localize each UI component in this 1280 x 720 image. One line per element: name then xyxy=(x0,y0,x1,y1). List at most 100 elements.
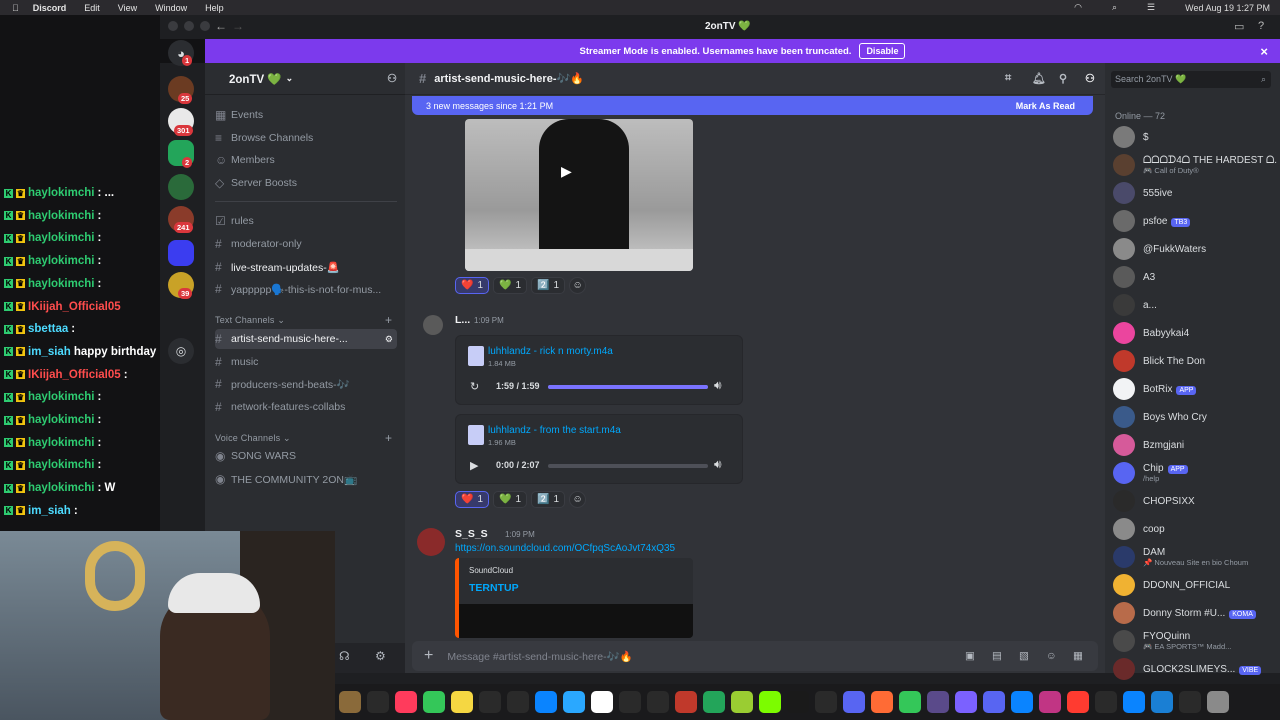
member-row[interactable]: Chip APP/help xyxy=(1113,461,1278,485)
attachment-filename[interactable]: luhhlandz - from the start.m4a xyxy=(488,425,621,436)
channel-music[interactable]: # music xyxy=(215,352,397,372)
dock-app-icon[interactable] xyxy=(703,691,725,713)
close-window-icon[interactable] xyxy=(168,21,178,31)
member-row[interactable]: Boys Who Cry xyxy=(1113,405,1278,429)
menu-edit[interactable]: Edit xyxy=(84,3,100,13)
member-row[interactable]: @FukkWaters xyxy=(1113,237,1278,261)
embed-title[interactable]: TERNTUP xyxy=(469,582,519,594)
dock-app-icon[interactable] xyxy=(927,691,949,713)
channel-browse[interactable]: ≡ Browse Channels xyxy=(215,128,397,148)
voice-channel-community[interactable]: ◉ THE COMMUNITY 2ON📺 xyxy=(215,469,397,489)
add-reaction-icon[interactable]: ☺ xyxy=(569,491,587,508)
add-friend-icon[interactable]: ⚇ xyxy=(387,72,397,85)
dock-app-icon[interactable] xyxy=(983,691,1005,713)
inbox-icon[interactable]: ▭ xyxy=(1234,20,1244,33)
channel-members[interactable]: ☺ Members xyxy=(215,150,397,170)
menu-window[interactable]: Window xyxy=(155,3,187,13)
member-row[interactable]: CHOPSIXX xyxy=(1113,489,1278,513)
message-link[interactable]: https://on.soundcloud.com/OCfpqScAoJvt74… xyxy=(455,543,675,554)
notification-bell-icon[interactable]: 🔔︎ xyxy=(1032,72,1046,85)
member-row[interactable]: a... xyxy=(1113,293,1278,317)
sticker-icon[interactable]: ▧ xyxy=(1019,650,1029,662)
dock-app-icon[interactable] xyxy=(619,691,641,713)
avatar[interactable] xyxy=(423,315,443,335)
dock-app-icon[interactable] xyxy=(1011,691,1033,713)
member-row[interactable]: BotRix APP xyxy=(1113,377,1278,401)
channel-artist-send-music[interactable]: # artist-send-music-here-... ⚙ xyxy=(215,329,397,349)
dock-app-icon[interactable] xyxy=(395,691,417,713)
close-banner-icon[interactable]: × xyxy=(1260,44,1268,59)
video-attachment[interactable]: ▶ xyxy=(465,119,693,271)
dock-app-icon[interactable] xyxy=(759,691,781,713)
reaction-heart[interactable]: ❤️ 1 xyxy=(455,277,490,294)
channel-settings-icon[interactable]: ⚙ xyxy=(385,334,393,345)
reaction-green-heart[interactable]: 💚 1 xyxy=(493,277,528,294)
audio-attachment-2[interactable]: luhhlandz - from the start.m4a 1.96 MB ▶… xyxy=(455,414,743,484)
dock-app-icon[interactable] xyxy=(675,691,697,713)
search-icon[interactable]: ⌕ xyxy=(1112,2,1117,13)
member-row[interactable]: DDONN_OFFICIAL xyxy=(1113,573,1278,597)
message-composer[interactable]: + Message #artist-send-music-here-🎶🔥 ▣ ▤… xyxy=(412,641,1098,671)
dock-app-icon[interactable] xyxy=(367,691,389,713)
member-row[interactable]: 555ive xyxy=(1113,181,1278,205)
member-row[interactable]: Donny Storm #U... KOMA xyxy=(1113,601,1278,625)
add-channel-icon[interactable]: + xyxy=(385,313,392,327)
dock-app-icon[interactable] xyxy=(1039,691,1061,713)
search-input[interactable]: Search 2onTV 💚 ⌕ xyxy=(1111,71,1271,88)
dock-app-icon[interactable] xyxy=(1123,691,1145,713)
dock-app-icon[interactable] xyxy=(731,691,753,713)
member-row[interactable]: Bzmgjani xyxy=(1113,433,1278,457)
emoji-icon[interactable]: ☺ xyxy=(1046,650,1057,662)
channel-producers-send-beats[interactable]: # producers-send-beats-🎶 xyxy=(215,374,397,394)
dock-app-icon[interactable] xyxy=(535,691,557,713)
attachment-filename[interactable]: luhhlandz - rick n morty.m4a xyxy=(488,346,613,357)
reaction-heart[interactable]: ❤️ 1 xyxy=(455,491,490,508)
member-row[interactable]: Blick The Don xyxy=(1113,349,1278,373)
dock-app-icon[interactable] xyxy=(899,691,921,713)
apple-icon[interactable]:  xyxy=(12,3,19,13)
channel-live-stream-updates[interactable]: # live-stream-updates-🚨 xyxy=(215,257,397,277)
menu-view[interactable]: View xyxy=(118,3,137,13)
add-reaction-icon[interactable]: ☺ xyxy=(569,277,587,294)
volume-icon[interactable]: 🔊︎ xyxy=(714,457,722,472)
member-row[interactable]: psfoe TB3 xyxy=(1113,209,1278,233)
dock-app-icon[interactable] xyxy=(871,691,893,713)
play-icon[interactable]: ▶ xyxy=(561,163,572,180)
embed-thumbnail[interactable] xyxy=(459,604,693,638)
menu-app-name[interactable]: Discord xyxy=(33,3,67,13)
reaction-two[interactable]: 2️⃣ 1 xyxy=(531,277,566,294)
member-row[interactable]: GLOCK2SLIMEYS... VIBE xyxy=(1113,657,1278,681)
apps-icon[interactable]: ▦ xyxy=(1073,650,1083,662)
help-icon[interactable]: ? xyxy=(1258,20,1264,32)
new-messages-bar[interactable]: 3 new messages since 1:21 PM Mark As Rea… xyxy=(412,96,1093,115)
replay-icon[interactable]: ↻ xyxy=(470,380,479,393)
user-settings-icon[interactable]: ⚙ xyxy=(375,649,386,663)
reaction-two[interactable]: 2️⃣ 1 xyxy=(531,491,566,508)
menu-help[interactable]: Help xyxy=(205,3,224,13)
disable-streamer-button[interactable]: Disable xyxy=(859,43,906,59)
reaction-green-heart[interactable]: 💚 1 xyxy=(493,491,528,508)
wifi-icon[interactable]: ◠ xyxy=(1074,2,1082,13)
message-author[interactable]: S_S_S xyxy=(455,528,488,540)
dock-app-icon[interactable] xyxy=(563,691,585,713)
member-row[interactable]: ᗝᗝᗝᗪ4ᗝ THE HARDEST ᗝ... 🎮 Call of Duty® xyxy=(1113,153,1278,177)
audio-attachment-1[interactable]: luhhlandz - rick n morty.m4a 1.84 MB ↻ 1… xyxy=(455,335,743,405)
category-voice-channels[interactable]: Voice Channels ⌄ xyxy=(215,433,291,444)
channel-events[interactable]: ▦ Events xyxy=(215,105,397,125)
dock-app-icon[interactable] xyxy=(591,691,613,713)
minimize-window-icon[interactable] xyxy=(184,21,194,31)
member-list-icon[interactable]: ⚇ xyxy=(1085,72,1095,85)
volume-icon[interactable]: 🔊︎ xyxy=(714,378,722,393)
discover-icon[interactable]: ◎ xyxy=(168,338,194,364)
server-folder-icon[interactable] xyxy=(168,240,194,266)
forward-arrow-icon[interactable]: → xyxy=(232,19,244,33)
avatar[interactable] xyxy=(417,528,445,556)
channel-server-boosts[interactable]: ◇ Server Boosts xyxy=(215,173,397,193)
message-input[interactable]: Message #artist-send-music-here-🎶🔥 xyxy=(447,650,632,663)
audio-progress-bar[interactable] xyxy=(548,464,708,468)
category-text-channels[interactable]: Text Channels ⌄ xyxy=(215,315,285,326)
dock-app-icon[interactable] xyxy=(1067,691,1089,713)
mark-as-read-button[interactable]: Mark As Read xyxy=(1016,101,1075,111)
member-row[interactable]: FYOQuinn 🎮 EA SPORTS™ Madd... xyxy=(1113,629,1278,653)
dock-app-icon[interactable] xyxy=(1207,691,1229,713)
